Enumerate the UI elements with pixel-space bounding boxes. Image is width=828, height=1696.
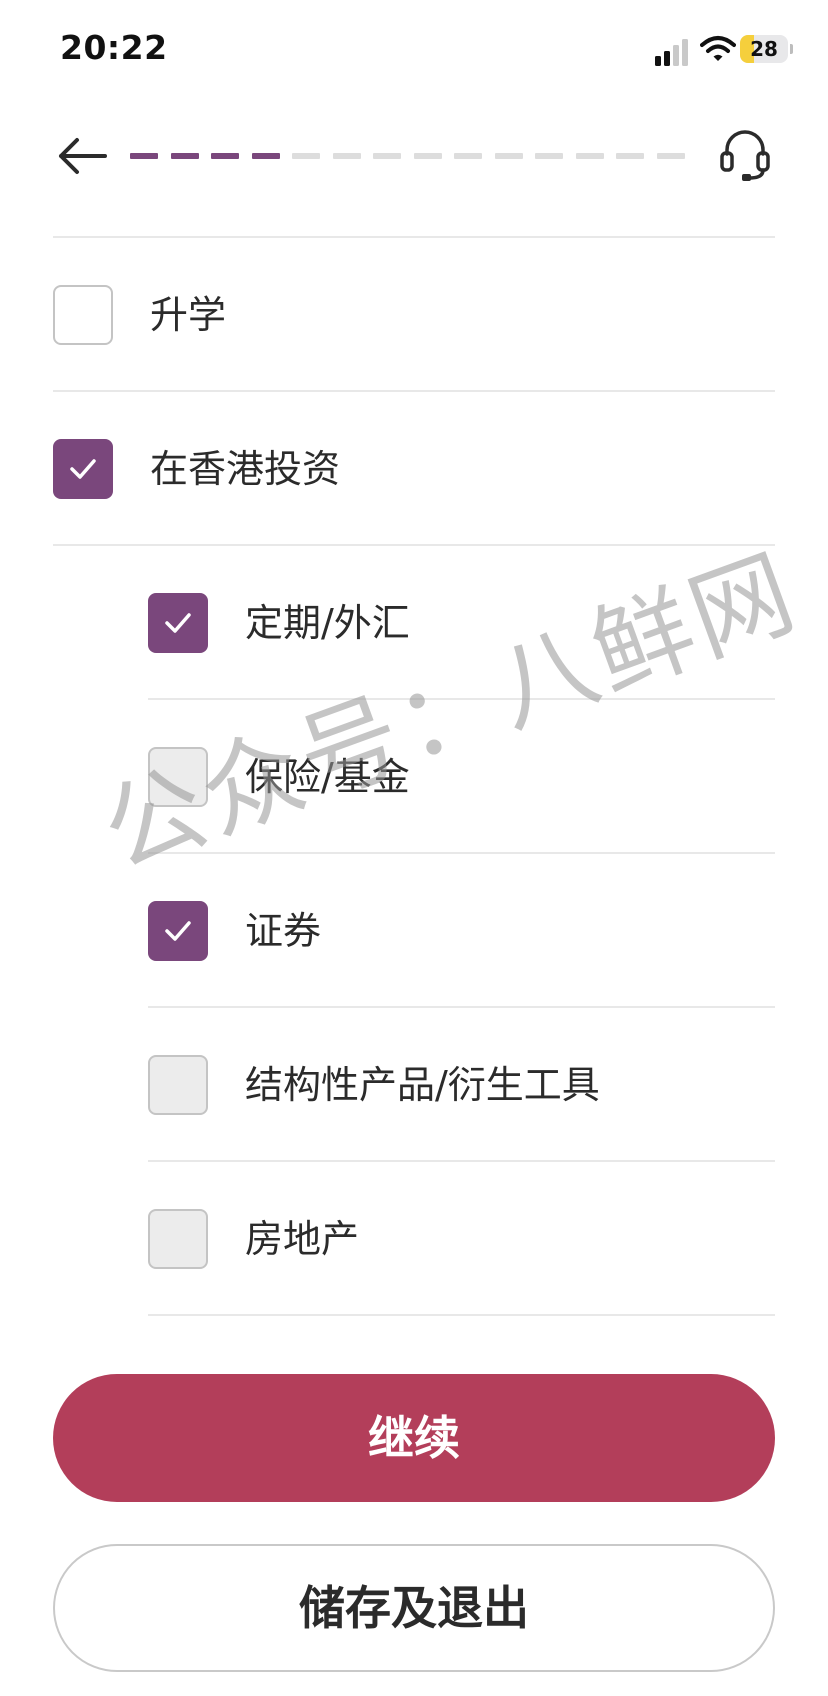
checkmark-icon [165,921,191,941]
option-label: 升学 [150,293,227,337]
checkbox-unchecked[interactable] [148,1209,208,1269]
progress-step-pending [373,153,401,159]
divider [148,1314,775,1316]
headset-icon[interactable] [718,128,772,184]
status-bar: 20:22 28 [0,0,828,100]
option-row-structured-products[interactable]: 结构性产品/衍生工具 [148,1008,775,1162]
checkbox-unchecked[interactable] [53,285,113,345]
step-progress-indicator [130,153,700,159]
checkmark-icon [70,459,96,479]
option-row-university[interactable]: 升学 [53,238,775,392]
progress-step-pending [292,153,320,159]
progress-step-pending [454,153,482,159]
option-label: 证券 [245,909,322,953]
progress-step-complete [251,153,280,159]
progress-step-complete [130,153,158,159]
wifi-icon [700,36,736,61]
option-label: 房地产 [245,1217,360,1261]
status-time: 20:22 [60,28,168,67]
option-label: 结构性产品/衍生工具 [245,1063,600,1107]
checkmark-icon [165,613,191,633]
option-row-real-estate[interactable]: 房地产 [148,1162,775,1316]
checkbox-unchecked[interactable] [148,1055,208,1115]
progress-step-pending [332,153,361,159]
checkbox-unchecked[interactable] [148,747,208,807]
save-and-exit-button[interactable]: 储存及退出 [53,1544,775,1672]
option-label: 定期/外汇 [245,601,410,645]
progress-step-pending [413,153,442,159]
battery-level: 28 [750,37,778,61]
checkbox-checked[interactable] [148,901,208,961]
option-label: 在香港投资 [150,447,341,491]
progress-step-pending [494,153,523,159]
option-row-insurance-fund[interactable]: 保险/基金 [148,700,775,854]
option-label: 保险/基金 [245,755,410,799]
option-row-deposit-fx[interactable]: 定期/外汇 [148,546,775,700]
progress-step-pending [575,153,604,159]
progress-step-complete [211,153,239,159]
progress-step-pending [616,153,644,159]
header [0,100,828,215]
battery-icon: 28 [740,35,794,63]
arrow-left-icon[interactable] [55,136,109,176]
continue-button[interactable]: 继续 [53,1374,775,1502]
checkbox-checked[interactable] [148,593,208,653]
progress-step-pending [656,153,685,159]
option-row-securities[interactable]: 证券 [148,854,775,1008]
checkbox-checked[interactable] [53,439,113,499]
cellular-signal-icon [655,38,691,66]
progress-step-complete [170,153,199,159]
option-row-invest-hk[interactable]: 在香港投资 [53,392,775,546]
progress-step-pending [535,153,563,159]
